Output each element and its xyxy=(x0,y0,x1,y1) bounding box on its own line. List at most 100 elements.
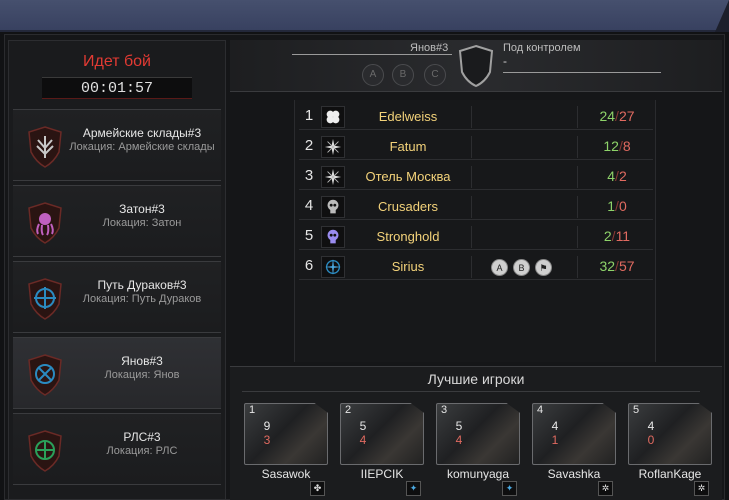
location-item-fools-path[interactable]: Путь Дураков#3 Локация: Путь Дураков xyxy=(13,261,221,333)
player-kills: 5 xyxy=(359,419,367,433)
player-name: RoflanKage xyxy=(638,467,702,481)
player-kills: 4 xyxy=(647,419,655,433)
clan-name: Crusaders xyxy=(378,199,438,214)
column-divider xyxy=(577,106,578,128)
clan-losses: 11 xyxy=(615,228,631,244)
player-position: 4 xyxy=(537,404,544,416)
location-name: Янов#3 xyxy=(121,354,163,368)
player-position: 3 xyxy=(441,404,448,416)
star-cross-icon: ✲ xyxy=(694,481,709,496)
player-position: 1 xyxy=(249,404,256,416)
location-name: Путь Дураков#3 xyxy=(97,278,187,292)
clan-rank: 1 xyxy=(304,107,314,124)
clan-score: 32/57 xyxy=(581,258,653,274)
player-card[interactable]: 1 9 3 ✤ Sasawok xyxy=(244,403,328,499)
compass-icon: ✦ xyxy=(502,481,517,496)
table-row[interactable]: 6 Sirius A B ⚑ 32/57 xyxy=(299,254,653,280)
clan-name: Fatum xyxy=(389,139,427,154)
location-sub: Локация: Путь Дураков xyxy=(82,293,202,305)
clan-point-b[interactable]: B xyxy=(513,259,530,276)
zone-point-c[interactable]: C xyxy=(424,64,446,86)
shield-emblem-icon xyxy=(28,354,62,396)
location-name: РЛС#3 xyxy=(123,430,161,444)
control-label: Под контролем xyxy=(503,42,581,54)
player-card[interactable]: 5 4 0 ✲ RoflanKage xyxy=(628,403,712,499)
table-row[interactable]: 4 Crusaders 1/0 xyxy=(299,194,653,220)
column-divider xyxy=(577,196,578,218)
clan-score: 12/8 xyxy=(581,138,653,154)
clan-score: 4/2 xyxy=(581,168,653,184)
clan-name: Отель Москва xyxy=(365,169,451,184)
player-card[interactable]: 2 5 4 ✦ IIEPCIK xyxy=(340,403,424,499)
best-players-title: Лучшие игроки xyxy=(427,371,525,387)
clan-rank: 3 xyxy=(304,167,314,184)
clan-score: 2/11 xyxy=(581,228,653,244)
clan-name: Stronghold xyxy=(376,229,440,244)
column-divider xyxy=(471,256,472,278)
player-card[interactable]: 4 4 1 ✲ Savashka xyxy=(532,403,616,499)
star-cross-icon xyxy=(321,166,345,188)
table-row[interactable]: 5 Stronghold 2/11 xyxy=(299,224,653,250)
column-divider xyxy=(471,136,472,158)
best-players-divider xyxy=(242,391,700,392)
clan-rank: 5 xyxy=(304,227,314,244)
clan-losses: 8 xyxy=(622,138,631,154)
clan-rank: 2 xyxy=(304,137,314,154)
player-card[interactable]: 3 5 4 ✦ komunyaga xyxy=(436,403,520,499)
clan-losses: 2 xyxy=(618,168,627,184)
shield-emblem-icon xyxy=(28,278,62,320)
location-item-yanov[interactable]: Янов#3 Локация: Янов xyxy=(13,337,221,409)
column-divider xyxy=(577,226,578,248)
clan-wins: 4 xyxy=(607,168,616,184)
shield-octopus-icon xyxy=(28,202,62,244)
clan-wins: 32 xyxy=(599,258,616,274)
shield-emblem-icon xyxy=(28,430,62,472)
clan-wins: 1 xyxy=(607,198,616,214)
column-divider xyxy=(471,196,472,218)
control-value: - xyxy=(503,54,507,68)
clan-wins: 24 xyxy=(599,108,616,124)
clan-name: Sirius xyxy=(391,259,425,274)
column-divider xyxy=(471,106,472,128)
player-kills: 9 xyxy=(263,419,271,433)
player-name: komunyaga xyxy=(446,467,510,481)
clan-rank: 6 xyxy=(304,257,314,274)
zone-point-a[interactable]: A xyxy=(362,64,384,86)
clan-point-a[interactable]: A xyxy=(491,259,508,276)
table-row[interactable]: 2 Fatum 12/8 xyxy=(299,134,653,160)
player-name: Savashka xyxy=(547,467,601,481)
table-row[interactable]: 3 Отель Москва 4/2 xyxy=(299,164,653,190)
player-kills: 4 xyxy=(551,419,559,433)
column-divider xyxy=(471,226,472,248)
zone-point-b[interactable]: B xyxy=(392,64,414,86)
column-divider xyxy=(577,166,578,188)
flag-icon[interactable]: ⚑ xyxy=(535,259,552,276)
clan-score: 1/0 xyxy=(581,198,653,214)
location-item-radar[interactable]: РЛС#3 Локация: РЛС xyxy=(13,413,221,485)
player-name: Sasawok xyxy=(261,467,311,481)
clover-icon xyxy=(321,106,345,128)
clover-icon: ✤ xyxy=(310,481,325,496)
clan-wins: 12 xyxy=(603,138,619,154)
battle-status-box: Идет бой 00:01:57 xyxy=(17,47,217,103)
location-sub: Локация: Армейские склады xyxy=(69,141,215,153)
zone-divider xyxy=(292,54,452,55)
control-shield-icon xyxy=(458,44,494,88)
table-row[interactable]: 1 Edelweiss 24/27 xyxy=(299,104,653,130)
clan-rank: 4 xyxy=(304,197,314,214)
star-cross-icon: ✲ xyxy=(598,481,613,496)
best-players-panel: Лучшие игроки 1 9 3 ✤ Sasawok 2 5 4 ✦ II… xyxy=(230,366,722,500)
star-cross-icon xyxy=(321,136,345,158)
location-sub: Локация: Янов xyxy=(104,369,180,381)
clan-table: 1 Edelweiss 24/27 2 Fatum 12/8 3 Отель М… xyxy=(294,100,656,362)
player-name: IIEPCIK xyxy=(360,467,404,481)
location-item-army-depots[interactable]: Армейские склады#3 Локация: Армейские ск… xyxy=(13,109,221,181)
column-divider xyxy=(577,256,578,278)
top-bar xyxy=(0,0,729,32)
location-item-zaton[interactable]: Затон#3 Локация: Затон xyxy=(13,185,221,257)
clan-wins: 2 xyxy=(603,228,612,244)
skull-icon xyxy=(321,226,345,248)
player-deaths: 4 xyxy=(359,433,367,447)
compass-icon: ✦ xyxy=(406,481,421,496)
player-position: 2 xyxy=(345,404,352,416)
